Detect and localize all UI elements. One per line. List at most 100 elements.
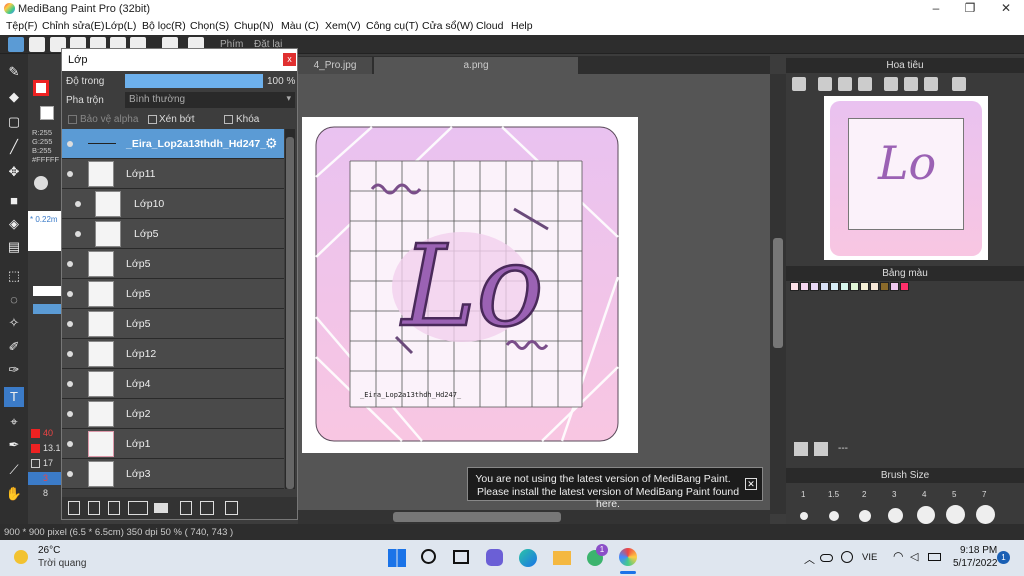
lasso-icon[interactable]: ◌	[4, 290, 24, 310]
brush-size-2[interactable]: 13.1	[43, 443, 61, 453]
bg-color-swatch[interactable]	[40, 106, 54, 120]
visibility-icon[interactable]	[67, 171, 73, 177]
select-icon[interactable]: ⬚	[4, 266, 24, 286]
visibility-icon[interactable]	[67, 141, 73, 147]
new-halftone-layer-icon[interactable]	[88, 501, 100, 515]
cloud-icon[interactable]	[8, 37, 24, 52]
menu-file[interactable]: Tệp(F)	[6, 20, 38, 32]
artwork-canvas[interactable]: Lo _Eira_Lop2a13thdh_Hd247_	[302, 117, 638, 453]
opacity-slider[interactable]	[125, 74, 263, 88]
bs-dot-5[interactable]	[946, 505, 965, 524]
menu-color[interactable]: Màu (C)	[281, 20, 319, 32]
select-eraser-icon[interactable]: ✑	[4, 360, 24, 380]
layer-scrollbar[interactable]	[285, 129, 295, 489]
share-icon[interactable]	[29, 37, 45, 52]
canvas-vscroll[interactable]	[770, 74, 786, 514]
minimize-button[interactable]: –	[918, 0, 954, 17]
move-icon[interactable]: ✥	[4, 162, 24, 182]
start-icon[interactable]	[388, 549, 406, 567]
menu-view[interactable]: Xem(V)	[325, 20, 361, 32]
eraser-icon[interactable]: ◆	[4, 87, 24, 107]
operation-icon[interactable]: ⌖	[4, 412, 24, 432]
menu-tools[interactable]: Công cụ(T)	[366, 20, 419, 32]
layer-row[interactable]: Lớp10	[62, 189, 284, 219]
volume-icon[interactable]: ◁	[910, 550, 918, 563]
menu-cloud[interactable]: Cloud	[476, 20, 503, 32]
hand-icon[interactable]: ✋	[4, 484, 24, 504]
visibility-icon[interactable]	[75, 201, 81, 207]
flip-icon[interactable]	[904, 77, 918, 91]
palette-swatch[interactable]	[880, 282, 889, 291]
canvas-hscroll[interactable]	[298, 510, 770, 524]
palette-swatch[interactable]	[850, 282, 859, 291]
onedrive-icon[interactable]	[820, 554, 833, 562]
select-pen-icon[interactable]: ✐	[4, 337, 24, 357]
palette-swatch[interactable]	[820, 282, 829, 291]
close-window-button[interactable]: ✕	[988, 0, 1024, 17]
wifi-icon[interactable]: ◠	[893, 549, 903, 563]
layer-row[interactable]: Lớp4	[62, 369, 284, 399]
blend-mode-select[interactable]: Bình thường ▾	[125, 92, 295, 108]
magic-wand-icon[interactable]: ✧	[4, 313, 24, 333]
layer-row[interactable]: Lớp5	[62, 219, 284, 249]
merge-layer-icon[interactable]	[200, 501, 214, 515]
language-indicator[interactable]: VIE	[862, 552, 877, 563]
visibility-icon[interactable]	[67, 411, 73, 417]
new-palette-icon[interactable]	[794, 442, 808, 456]
palette-swatch[interactable]	[840, 282, 849, 291]
menu-edit[interactable]: Chỉnh sửa(E)	[42, 20, 104, 32]
maximize-button[interactable]: ❐	[952, 0, 988, 17]
layer-row[interactable]: Lớp11	[62, 159, 284, 189]
visibility-icon[interactable]	[67, 291, 73, 297]
bs-dot-3[interactable]	[888, 508, 903, 523]
rect-icon[interactable]: ▢	[4, 112, 24, 132]
bs-dot-1[interactable]	[800, 512, 808, 520]
weather-icon[interactable]	[14, 550, 28, 564]
visibility-icon[interactable]	[75, 231, 81, 237]
delete-palette-icon[interactable]	[814, 442, 828, 456]
zoom-in-icon[interactable]	[792, 77, 806, 91]
layer-row[interactable]: Lớp1	[62, 429, 284, 459]
slider-white[interactable]	[33, 286, 62, 296]
navigator-preview[interactable]: Lo	[824, 96, 988, 260]
bs-dot-1-5[interactable]	[829, 511, 839, 521]
gradient-icon[interactable]: ▤	[4, 237, 24, 257]
zoom-out-icon[interactable]	[858, 77, 872, 91]
menu-window[interactable]: Cửa sổ(W)	[422, 20, 473, 32]
tray-chevron-icon[interactable]: ︿	[804, 551, 815, 567]
visibility-icon[interactable]	[67, 261, 73, 267]
new-layer-icon[interactable]	[68, 501, 80, 515]
dropper-icon[interactable]: ⟋	[4, 460, 24, 480]
folder-icon[interactable]	[154, 503, 168, 513]
menu-layer[interactable]: Lớp(L)	[105, 20, 136, 32]
layer-row[interactable]: Lớp5	[62, 279, 284, 309]
menu-filter[interactable]: Bộ lọc(R)	[142, 20, 186, 32]
delete-layer-icon[interactable]	[225, 501, 238, 515]
brush-size-4[interactable]: 3	[43, 473, 48, 483]
update-notice[interactable]: You are not using the latest version of …	[467, 467, 763, 510]
layer-row[interactable]: _Eira_Lop2a13thdh_Hd247_ ⚙	[62, 129, 284, 159]
edge-icon[interactable]	[519, 549, 537, 567]
visibility-icon[interactable]	[67, 441, 73, 447]
palette-swatch[interactable]	[800, 282, 809, 291]
tab-a-png[interactable]: a.png	[374, 57, 578, 74]
network-icon[interactable]	[841, 551, 853, 563]
slider-blue[interactable]	[33, 304, 62, 314]
medibang-taskbar-icon[interactable]	[619, 548, 637, 566]
layer-row[interactable]: Lớp2	[62, 399, 284, 429]
close-notice-button[interactable]: ✕	[745, 478, 757, 490]
duplicate-layer-icon[interactable]	[180, 501, 192, 515]
palette-swatch[interactable]	[890, 282, 899, 291]
bs-dot-2[interactable]	[859, 510, 871, 522]
layer-row[interactable]: Lớp3	[62, 459, 284, 489]
gear-icon[interactable]: ⚙	[265, 135, 278, 152]
battery-icon[interactable]	[928, 553, 941, 561]
line-icon[interactable]: ╱	[4, 137, 24, 157]
zoom-fit-icon[interactable]	[818, 77, 832, 91]
palette-swatch[interactable]	[810, 282, 819, 291]
palette-swatch[interactable]	[900, 282, 909, 291]
fg-color-swatch[interactable]	[33, 80, 49, 96]
zoom-actual-icon[interactable]	[838, 77, 852, 91]
visibility-icon[interactable]	[67, 321, 73, 327]
brush-size-1[interactable]: 40	[43, 428, 53, 438]
